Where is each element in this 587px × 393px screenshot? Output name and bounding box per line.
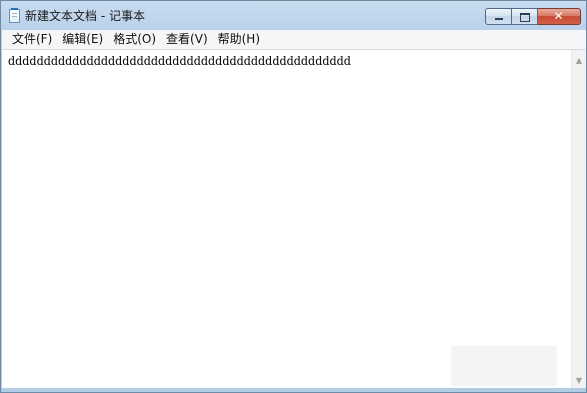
menu-edit[interactable]: 编辑(E) (57, 30, 108, 49)
maximize-icon (520, 13, 530, 22)
caption-buttons: ✕ (485, 8, 581, 26)
minimize-button[interactable] (485, 8, 512, 25)
notepad-icon[interactable] (9, 8, 20, 23)
vertical-scrollbar[interactable]: ▲ ▼ (571, 50, 586, 388)
close-icon: ✕ (553, 9, 564, 23)
menu-format[interactable]: 格式(O) (108, 30, 161, 49)
menu-help[interactable]: 帮助(H) (213, 30, 265, 49)
window-title: 新建文本文档 - 记事本 (25, 9, 145, 23)
maximize-button[interactable] (512, 8, 538, 25)
menu-bar: 文件(F) 编辑(E) 格式(O) 查看(V) 帮助(H) (2, 30, 586, 50)
menu-view[interactable]: 查看(V) (161, 30, 213, 49)
scroll-up-icon[interactable]: ▲ (572, 53, 586, 68)
editor-content: dddddddddddddddddddddddddddddddddddddddd… (8, 54, 351, 68)
scroll-down-icon[interactable]: ▼ (572, 373, 586, 388)
close-button[interactable]: ✕ (538, 8, 581, 25)
menu-file[interactable]: 文件(F) (2, 30, 57, 49)
title-bar[interactable]: 新建文本文档 - 记事本 ✕ (1, 1, 586, 30)
text-editor-area[interactable]: dddddddddddddddddddddddddddddddddddddddd… (2, 50, 571, 388)
notepad-window: 新建文本文档 - 记事本 ✕ 文件(F) 编辑(E) 格式(O) 查看(V) 帮… (0, 0, 587, 393)
faded-overlay (451, 346, 557, 386)
minimize-icon (495, 18, 503, 20)
